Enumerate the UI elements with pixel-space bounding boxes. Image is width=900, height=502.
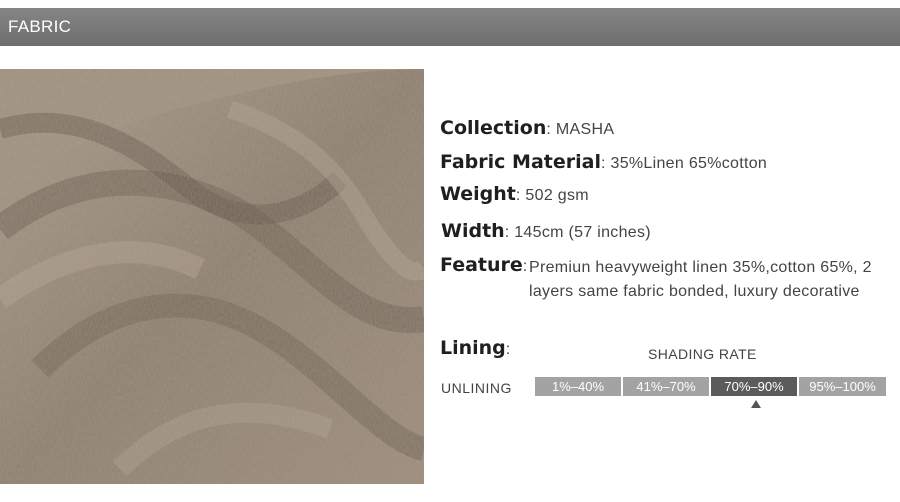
spec-separator: :: [522, 258, 528, 275]
spec-separator: :: [546, 121, 552, 138]
spec-material: Fabric Material: 35%Linen 65%cotton: [440, 151, 767, 173]
spec-collection: Collection: MASHA: [440, 117, 614, 139]
shading-option: 41%–70%: [623, 377, 709, 396]
unlining-label: UNLINING: [441, 380, 512, 396]
feature-description: Premiun heavyweight linen 35%,cotton 65%…: [529, 259, 872, 300]
spec-value: 145cm (57 inches): [514, 224, 651, 241]
triangle-up-icon: [751, 400, 761, 408]
spec-value: 35%Linen 65%cotton: [610, 155, 768, 172]
shading-option-selected: 70%–90%: [711, 377, 797, 396]
spec-value: MASHA: [555, 121, 615, 138]
spec-separator: :: [600, 155, 606, 172]
spec-separator: :: [504, 224, 510, 241]
spec-label: Feature: [440, 254, 523, 276]
spec-value: 502 gsm: [525, 187, 589, 204]
section-header: FABRIC: [0, 8, 900, 46]
spec-width: Width: 145cm (57 inches): [441, 220, 651, 242]
section-title: FABRIC: [8, 17, 72, 36]
spec-label: Weight: [440, 183, 516, 205]
spec-label: Fabric Material: [440, 151, 601, 173]
fabric-texture-icon: [0, 69, 424, 484]
spec-feature: Feature:: [440, 254, 528, 276]
spec-lining: Lining:: [440, 337, 511, 359]
fabric-photo: [0, 69, 424, 484]
shading-rate-scale: 1%–40% 41%–70% 70%–90% 95%–100%: [535, 377, 888, 396]
spec-separator: :: [505, 341, 511, 358]
shading-option: 1%–40%: [535, 377, 621, 396]
shading-option: 95%–100%: [799, 377, 886, 396]
spec-separator: :: [515, 187, 521, 204]
spec-label: Collection: [440, 117, 547, 139]
spec-label: Lining: [440, 337, 506, 359]
spec-weight: Weight: 502 gsm: [440, 183, 589, 205]
spec-label: Width: [441, 220, 505, 242]
shading-rate-title: SHADING RATE: [648, 346, 757, 362]
